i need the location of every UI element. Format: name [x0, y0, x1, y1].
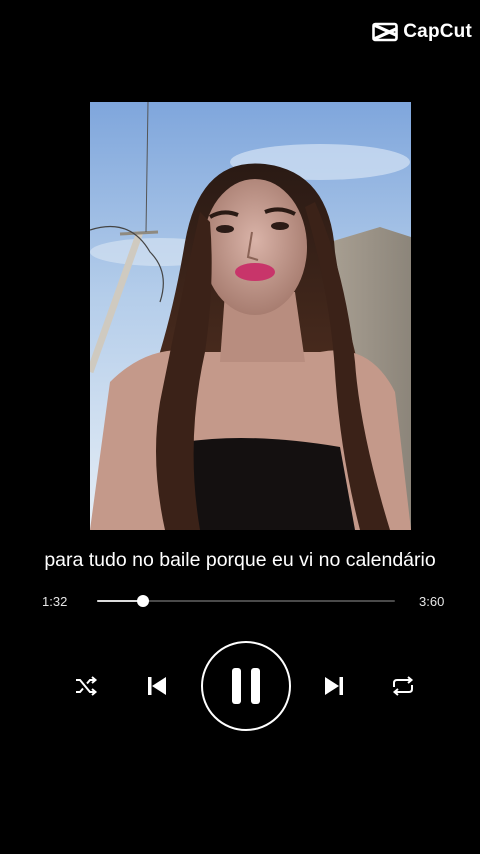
next-button[interactable]: [320, 672, 348, 700]
capcut-watermark: CapCut: [372, 20, 472, 44]
repeat-button[interactable]: [388, 673, 418, 699]
capcut-logo-icon: [372, 22, 399, 42]
seek-bar[interactable]: [97, 595, 395, 607]
pause-icon: [232, 668, 260, 704]
previous-icon: [148, 677, 166, 695]
shuffle-button[interactable]: [72, 674, 100, 698]
current-time: 1:32: [42, 594, 68, 609]
seek-bar-thumb[interactable]: [137, 595, 150, 607]
repeat-icon: [392, 676, 414, 696]
album-cover: [90, 102, 411, 530]
shuffle-icon: [76, 676, 98, 696]
total-time: 3:60: [419, 594, 445, 609]
previous-button[interactable]: [143, 672, 171, 700]
next-icon: [325, 677, 343, 695]
capcut-label: CapCut: [403, 21, 472, 42]
lyric-line: para tudo no baile porque eu vi no calen…: [44, 549, 436, 571]
pause-button[interactable]: [201, 641, 291, 731]
